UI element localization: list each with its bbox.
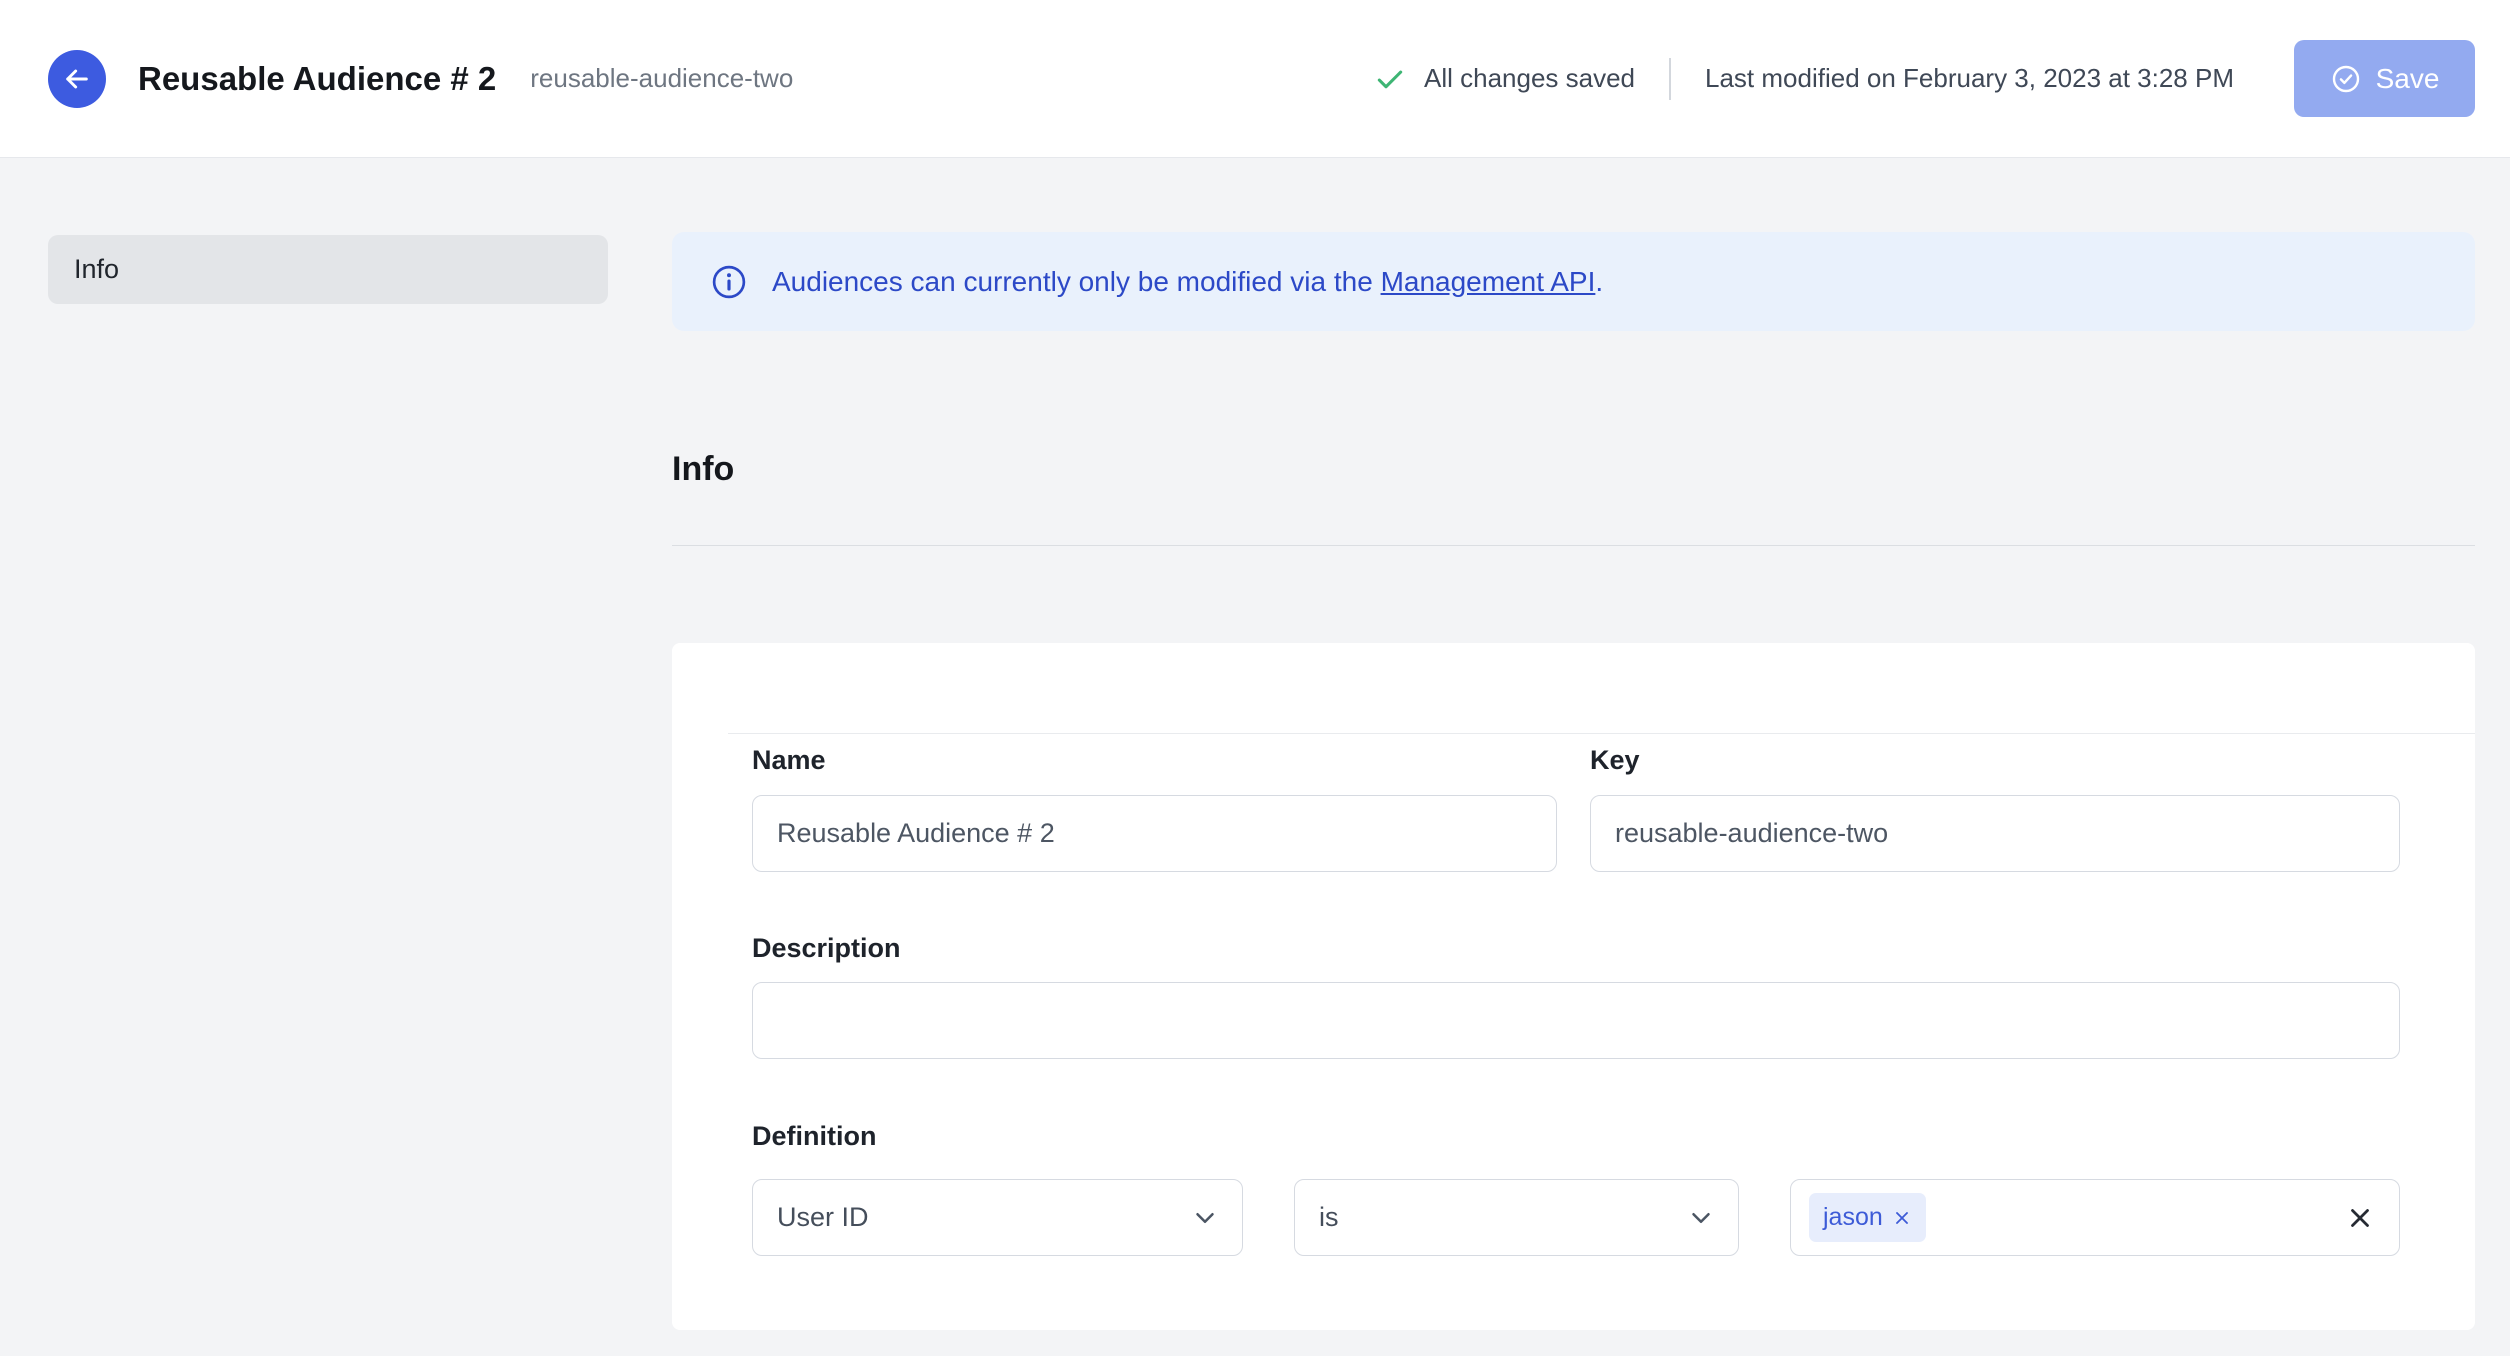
info-banner: Audiences can currently only be modified… bbox=[672, 232, 2475, 331]
chip-remove-x-icon[interactable] bbox=[1892, 1208, 1912, 1228]
tag-input-clear-button[interactable] bbox=[2345, 1203, 2375, 1233]
definition-label: Definition bbox=[752, 1121, 877, 1151]
card-top-divider bbox=[728, 733, 2475, 734]
audience-slug: reusable-audience-two bbox=[530, 63, 794, 93]
definition-trait-select[interactable]: User ID bbox=[752, 1179, 1243, 1256]
banner-text-after: . bbox=[1595, 265, 1604, 297]
save-button-label: Save bbox=[2375, 62, 2440, 94]
last-modified-text: Last modified on February 3, 2023 at 3:2… bbox=[1705, 63, 2234, 93]
tag-chip: jason bbox=[1809, 1193, 1926, 1242]
definition-value-tag-input[interactable]: jason bbox=[1790, 1179, 2400, 1256]
chevron-down-icon bbox=[1686, 1203, 1716, 1233]
header-divider bbox=[1669, 57, 1672, 100]
chevron-down-icon bbox=[1190, 1203, 1220, 1233]
header-right: All changes saved Last modified on Febru… bbox=[1374, 40, 2475, 117]
info-circle-icon bbox=[710, 263, 748, 301]
header: Reusable Audience # 2 reusable-audience-… bbox=[0, 0, 2510, 158]
definition-operator-select[interactable]: is bbox=[1294, 1179, 1739, 1256]
key-label: Key bbox=[1590, 745, 1640, 775]
name-input[interactable] bbox=[752, 795, 1557, 872]
check-circle-icon bbox=[2330, 63, 2362, 95]
management-api-link[interactable]: Management API bbox=[1381, 266, 1596, 297]
sidebar-item-label: Info bbox=[74, 254, 120, 284]
info-card: Name Key Description Definition User ID … bbox=[672, 643, 2475, 1330]
save-button[interactable]: Save bbox=[2294, 40, 2475, 117]
name-label: Name bbox=[752, 745, 826, 775]
page-title: Reusable Audience # 2 bbox=[138, 59, 497, 97]
audience-edit-page: Reusable Audience # 2 reusable-audience-… bbox=[0, 0, 2510, 1356]
section-heading: Info bbox=[672, 450, 735, 488]
operator-select-value: is bbox=[1319, 1202, 1339, 1232]
description-input[interactable] bbox=[752, 982, 2400, 1059]
save-status-text: All changes saved bbox=[1423, 63, 1636, 93]
tag-chip-label: jason bbox=[1823, 1203, 1883, 1231]
back-button[interactable] bbox=[48, 49, 106, 108]
description-label: Description bbox=[752, 933, 901, 963]
arrow-left-icon bbox=[61, 63, 93, 95]
banner-text-before: Audiences can currently only be modified… bbox=[772, 265, 1381, 297]
x-icon bbox=[2345, 1203, 2375, 1233]
sidebar-item-info[interactable]: Info bbox=[48, 235, 608, 304]
section-divider bbox=[672, 545, 2475, 546]
check-icon bbox=[1374, 63, 1406, 95]
trait-select-value: User ID bbox=[777, 1202, 869, 1232]
banner-text: Audiences can currently only be modified… bbox=[772, 266, 1603, 298]
key-input[interactable] bbox=[1590, 795, 2400, 872]
